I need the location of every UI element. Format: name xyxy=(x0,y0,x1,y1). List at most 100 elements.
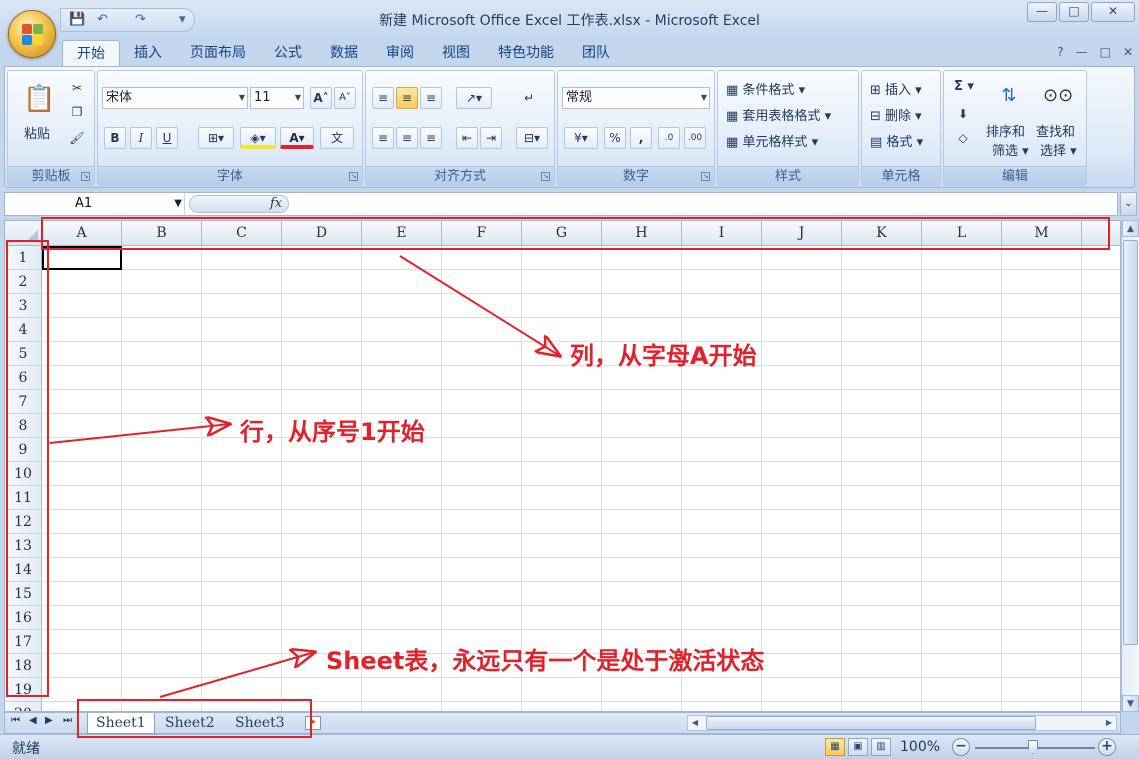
tab-data[interactable]: 数据 xyxy=(316,40,372,67)
launcher-icon[interactable]: ↘ xyxy=(541,172,550,181)
font-name-select[interactable]: 宋体 ▼ xyxy=(102,87,248,109)
ribbon-minimize-icon[interactable]: — xyxy=(1076,45,1088,59)
office-button[interactable] xyxy=(8,10,56,58)
shrink-font-button[interactable]: A˅ xyxy=(334,87,356,109)
decrease-decimal-button[interactable]: .00 xyxy=(684,127,706,149)
help-icon[interactable]: ? xyxy=(1057,45,1063,59)
formula-input[interactable] xyxy=(295,193,1117,215)
orientation-icon[interactable]: ↗▾ xyxy=(456,87,492,109)
tab-page-layout[interactable]: 页面布局 xyxy=(176,40,260,67)
worksheet-grid[interactable]: A B C D E F G H I J K L M 1 2 3 4 5 6 7 8 9 10 11 12 13 14 15 16 17 18… xyxy=(4,220,1121,712)
bottom-align-icon[interactable]: ≡ xyxy=(420,87,442,109)
scroll-up-icon[interactable]: ▲ xyxy=(1122,220,1139,237)
next-sheet-icon[interactable]: ▶ xyxy=(45,715,53,726)
vertical-scroll-thumb[interactable] xyxy=(1123,240,1138,645)
table-format-button[interactable]: ▦ 套用表格格式 ▾ xyxy=(726,105,831,124)
align-center-icon[interactable]: ≡ xyxy=(396,127,418,149)
phonetic-button[interactable]: 文 xyxy=(320,127,354,149)
delete-cells-button[interactable]: ⊟ 删除 ▾ xyxy=(870,105,922,124)
clear-icon[interactable]: ◇ xyxy=(952,127,974,149)
insert-cells-button[interactable]: ⊞ 插入 ▾ xyxy=(870,79,922,98)
paste-icon[interactable]: 📋 xyxy=(22,79,56,119)
sort-filter-label-2[interactable]: 筛选 ▾ xyxy=(992,140,1029,159)
paste-button[interactable]: 粘贴 xyxy=(24,123,50,142)
launcher-icon[interactable]: ↘ xyxy=(701,172,710,181)
binoculars-icon[interactable]: ⊙⊙ xyxy=(1042,81,1073,111)
increase-decimal-button[interactable]: .0 xyxy=(658,127,680,149)
page-break-view-icon[interactable]: ▥ xyxy=(871,738,891,756)
middle-align-icon[interactable]: ≡ xyxy=(396,87,418,109)
increase-indent-icon[interactable]: ⇥ xyxy=(480,127,502,149)
find-select-label-1[interactable]: 查找和 xyxy=(1036,121,1075,140)
tab-team[interactable]: 团队 xyxy=(568,40,624,67)
border-button[interactable]: ⊞▾ xyxy=(198,127,234,149)
grow-font-button[interactable]: A˄ xyxy=(310,87,332,109)
top-align-icon[interactable]: ≡ xyxy=(372,87,394,109)
tab-insert[interactable]: 插入 xyxy=(120,40,176,67)
normal-view-icon[interactable]: ▦ xyxy=(825,738,845,756)
gridline xyxy=(42,461,1120,462)
maximize-button[interactable]: □ xyxy=(1059,2,1089,22)
first-sheet-icon[interactable]: ⏮ xyxy=(11,715,20,726)
format-painter-icon[interactable]: 🖌 xyxy=(66,127,88,149)
horizontal-scrollbar[interactable]: ◀ ▶ xyxy=(687,715,1117,731)
gridline xyxy=(841,246,842,711)
ribbon-close-icon[interactable]: ✕ xyxy=(1123,45,1133,59)
tab-formulas[interactable]: 公式 xyxy=(260,40,316,67)
gridline xyxy=(42,677,1120,678)
minimize-button[interactable]: — xyxy=(1027,2,1057,22)
align-right-icon[interactable]: ≡ xyxy=(420,127,442,149)
align-left-icon[interactable]: ≡ xyxy=(372,127,394,149)
italic-button[interactable]: I xyxy=(130,127,152,149)
sort-filter-label-1[interactable]: 排序和 xyxy=(986,121,1025,140)
find-select-label-2[interactable]: 选择 ▾ xyxy=(1040,140,1077,159)
last-sheet-icon[interactable]: ⏭ xyxy=(63,715,72,726)
close-button[interactable]: ✕ xyxy=(1091,2,1135,22)
vertical-scrollbar[interactable]: ▲ ▼ xyxy=(1121,220,1139,712)
page-layout-view-icon[interactable]: ▣ xyxy=(848,738,868,756)
zoom-out-icon[interactable]: − xyxy=(952,738,970,756)
expand-formula-bar-icon[interactable]: ⌄ xyxy=(1120,192,1137,216)
launcher-icon[interactable]: ↘ xyxy=(81,172,90,181)
cell-styles-button[interactable]: ▦ 单元格样式 ▾ xyxy=(726,131,818,150)
row-header[interactable]: 20 xyxy=(5,702,42,711)
scroll-left-icon[interactable]: ◀ xyxy=(688,716,702,730)
font-size-select[interactable]: 11 ▼ xyxy=(250,87,304,109)
tab-review[interactable]: 审阅 xyxy=(372,40,428,67)
currency-icon[interactable]: ¥▾ xyxy=(564,127,598,149)
font-color-button[interactable]: A▾ xyxy=(280,127,314,149)
bold-button[interactable]: B xyxy=(104,127,126,149)
cut-icon[interactable]: ✂ xyxy=(66,77,88,99)
title-bar: 💾 ↶ ↷ ▾ 新建 Microsoft Office Excel 工作表.xl… xyxy=(0,0,1139,40)
zoom-slider-thumb[interactable] xyxy=(1028,740,1038,754)
percent-button[interactable]: % xyxy=(604,127,626,149)
zoom-level[interactable]: 100% xyxy=(900,739,940,755)
fill-color-button[interactable]: ◈▾ xyxy=(240,127,276,149)
format-cells-button[interactable]: ▤ 格式 ▾ xyxy=(870,131,923,150)
wrap-text-icon[interactable]: ↵ xyxy=(518,87,540,109)
comma-button[interactable]: , xyxy=(630,127,652,149)
editing-group: Σ ▾ ⬇ ◇ ⇅ 排序和 筛选 ▾ ⊙⊙ 查找和 选择 ▾ 编辑 xyxy=(943,70,1087,186)
scroll-right-icon[interactable]: ▶ xyxy=(1102,716,1116,730)
ribbon-restore-icon[interactable]: □ xyxy=(1100,45,1111,59)
zoom-in-icon[interactable]: + xyxy=(1098,738,1116,756)
tab-view[interactable]: 视图 xyxy=(428,40,484,67)
copy-icon[interactable]: ❐ xyxy=(66,101,88,123)
conditional-format-button[interactable]: ▦ 条件格式 ▾ xyxy=(726,79,805,98)
launcher-icon[interactable]: ↘ xyxy=(349,172,358,181)
merge-center-icon[interactable]: ⊟▾ xyxy=(516,127,548,149)
horizontal-scroll-thumb[interactable] xyxy=(706,716,1036,730)
tab-home[interactable]: 开始 xyxy=(62,40,120,67)
name-box[interactable]: A1 ▼ xyxy=(5,193,185,215)
sort-filter-icon[interactable]: ⇅ xyxy=(994,81,1024,111)
underline-button[interactable]: U xyxy=(156,127,178,149)
scroll-down-icon[interactable]: ▼ xyxy=(1122,695,1139,712)
insert-function-icon[interactable]: fx xyxy=(270,196,282,211)
alignment-label: 对齐方式 xyxy=(366,166,554,185)
fill-icon[interactable]: ⬇ xyxy=(952,103,974,125)
decrease-indent-icon[interactable]: ⇤ xyxy=(456,127,478,149)
tab-special[interactable]: 特色功能 xyxy=(484,40,568,67)
number-format-select[interactable]: 常规 ▼ xyxy=(562,87,710,109)
autosum-button[interactable]: Σ ▾ xyxy=(954,79,974,94)
prev-sheet-icon[interactable]: ◀ xyxy=(29,715,37,726)
